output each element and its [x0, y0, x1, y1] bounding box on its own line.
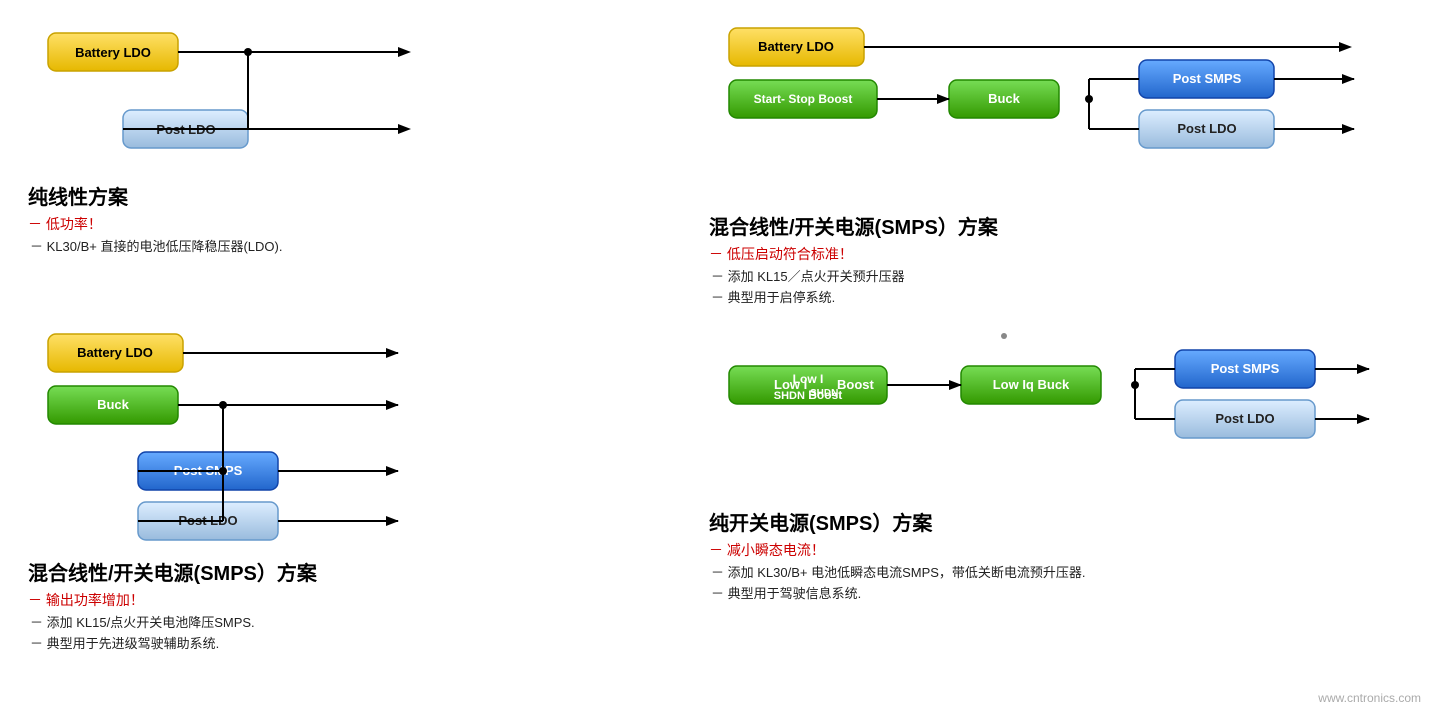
- diagram-svg-bottom-right: Low I SHDN Boost Low I SHDN Boost Low Iq…: [709, 324, 1409, 499]
- svg-text:Low I: Low I: [774, 377, 807, 392]
- svg-text:Buck: Buck: [97, 397, 130, 412]
- diagram-svg-bottom-left: Battery LDO Buck Post SMPS Post LDO: [28, 324, 448, 549]
- bullet-bl-1: － 添加 KL15/点火开关电池降压SMPS.: [30, 612, 693, 631]
- quadrant-bottom-left: Battery LDO Buck Post SMPS Post LDO: [20, 316, 701, 662]
- svg-text:Post LDO: Post LDO: [1177, 121, 1236, 136]
- diagram-bottom-left: Battery LDO Buck Post SMPS Post LDO: [28, 324, 693, 549]
- page-container: Battery LDO Post LDO: [0, 0, 1437, 672]
- title-bottom-left: 混合线性/开关电源(SMPS）方案: [28, 557, 693, 586]
- svg-text:Battery LDO: Battery LDO: [75, 45, 151, 60]
- diagram-svg-top-right: Battery LDO Start- Stop Boost Buck Post …: [709, 18, 1409, 203]
- quadrant-top-left: Battery LDO Post LDO: [20, 10, 701, 316]
- bullet-br-0: － 减小瞬态电流！: [709, 540, 1409, 560]
- quadrant-top-right: Battery LDO Start- Stop Boost Buck Post …: [701, 10, 1417, 316]
- svg-text:Post SMPS: Post SMPS: [1211, 361, 1280, 376]
- svg-text:Battery LDO: Battery LDO: [758, 39, 834, 54]
- bullet-tl-1: － KL30/B+ 直接的电池低压降稳压器(LDO).: [30, 236, 693, 255]
- bullet-tr-1: － 添加 KL15／点火开关预升压器: [711, 266, 1409, 285]
- diagram-svg-top-left: Battery LDO Post LDO: [28, 18, 448, 173]
- title-bottom-right: 纯开关电源(SMPS）方案: [709, 507, 1409, 536]
- bullet-tr-2: － 典型用于启停系统.: [711, 287, 1409, 306]
- svg-text:Low Iq Buck: Low Iq Buck: [993, 377, 1070, 392]
- bullet-bl-0: － 输出功率增加！: [28, 590, 693, 610]
- svg-text:Post SMPS: Post SMPS: [1173, 71, 1242, 86]
- svg-text:SHDN: SHDN: [810, 388, 838, 399]
- svg-text:Buck: Buck: [988, 91, 1021, 106]
- svg-text:Battery LDO: Battery LDO: [77, 345, 153, 360]
- title-top-right: 混合线性/开关电源(SMPS）方案: [709, 211, 1409, 240]
- bullet-br-2: － 典型用于驾驶信息系统.: [711, 583, 1409, 602]
- bullet-tl-0: － 低功率！: [28, 214, 693, 234]
- bullet-bl-2: － 典型用于先进级驾驶辅助系统.: [30, 633, 693, 652]
- svg-text:Boost: Boost: [837, 377, 875, 392]
- diagram-bottom-right: Low I SHDN Boost Low I SHDN Boost Low Iq…: [709, 324, 1409, 499]
- diagram-top-left: Battery LDO Post LDO: [28, 18, 693, 173]
- svg-text:Start- Stop Boost: Start- Stop Boost: [754, 92, 853, 106]
- bullet-br-1: － 添加 KL30/B+ 电池低瞬态电流SMPS，带低关断电流预升压器.: [711, 562, 1409, 581]
- diagram-top-right: Battery LDO Start- Stop Boost Buck Post …: [709, 18, 1409, 203]
- title-top-left: 纯线性方案: [28, 181, 693, 210]
- bullet-tr-0: － 低压启动符合标准！: [709, 244, 1409, 264]
- watermark: www.cntronics.com: [1318, 691, 1421, 705]
- svg-text:Post LDO: Post LDO: [1215, 411, 1274, 426]
- quadrant-bottom-right: Low I SHDN Boost Low I SHDN Boost Low Iq…: [701, 316, 1417, 662]
